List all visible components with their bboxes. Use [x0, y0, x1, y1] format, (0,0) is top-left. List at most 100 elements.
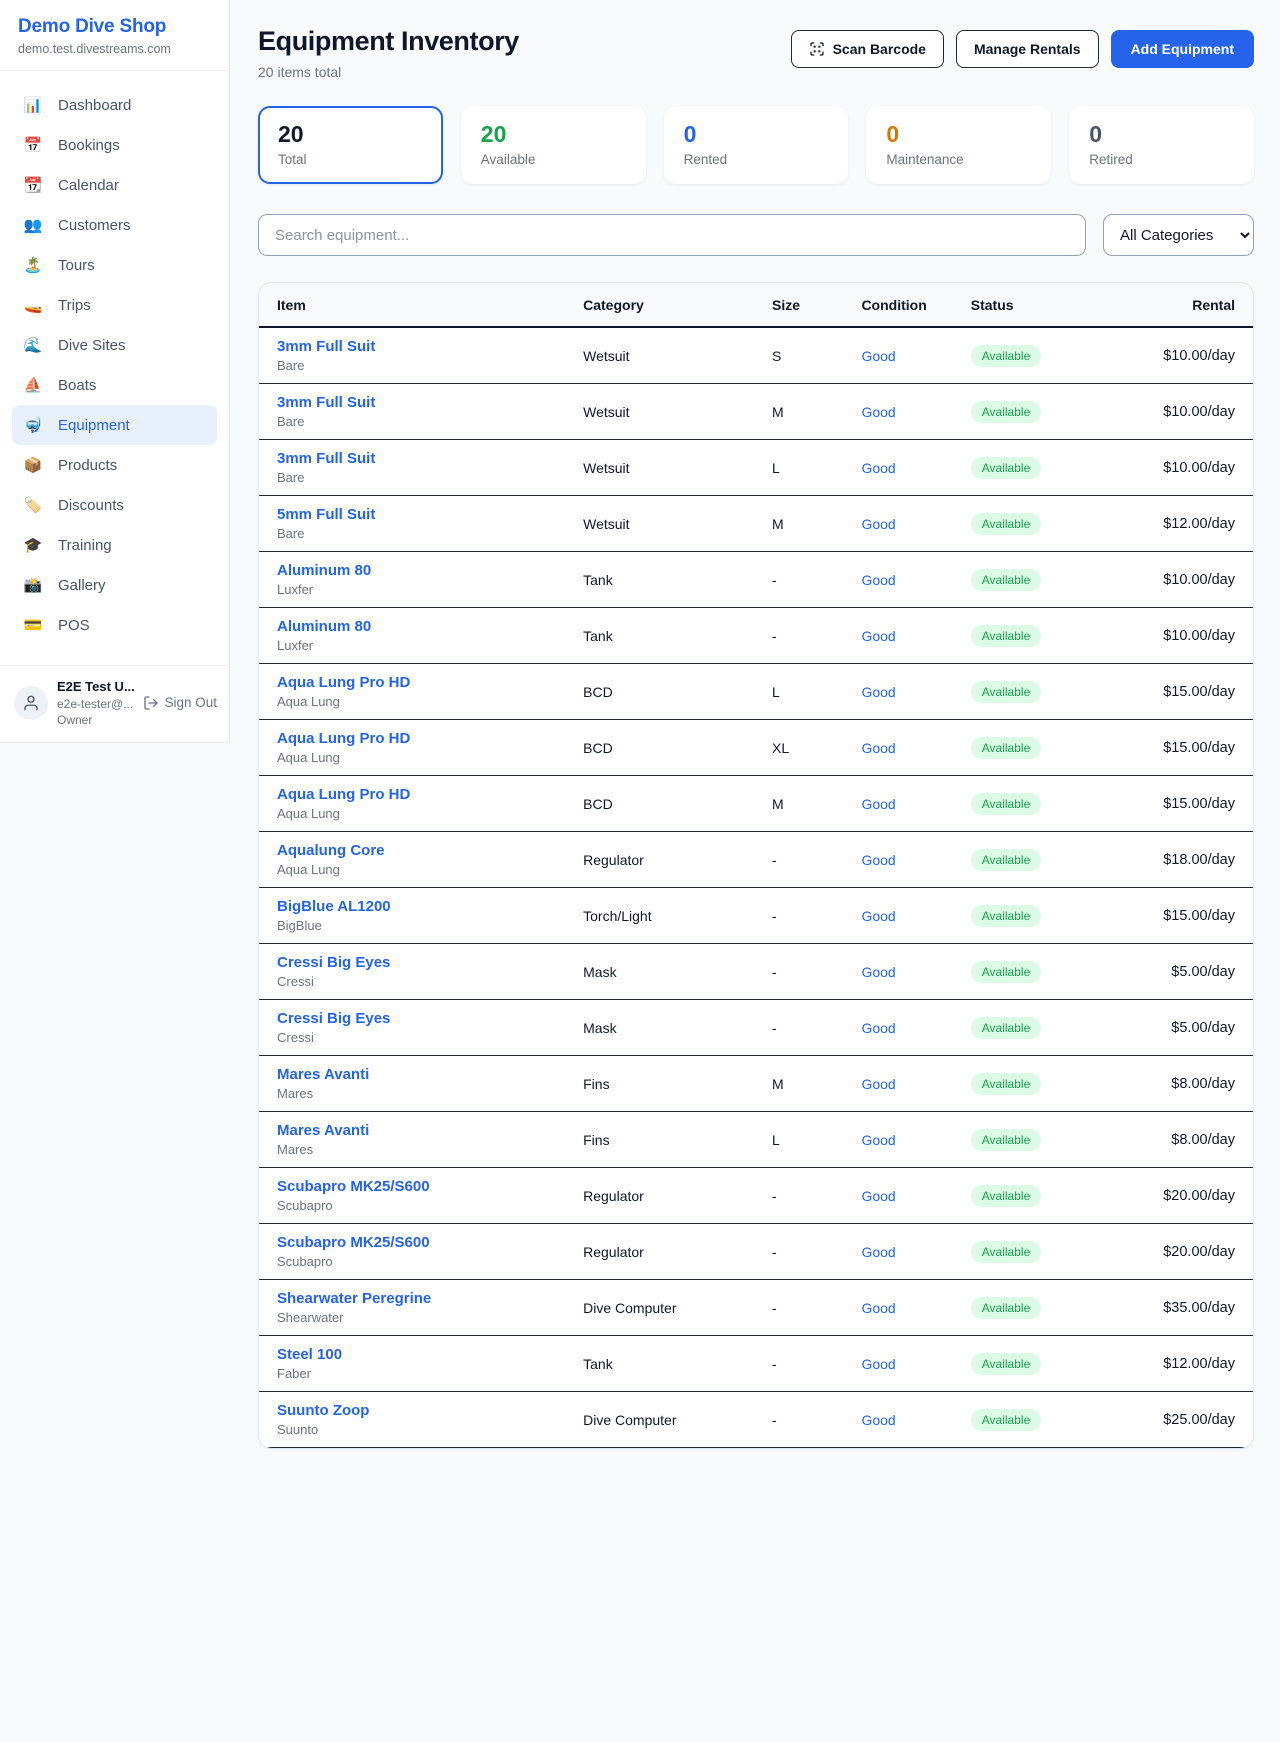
stat-card-total[interactable]: 20 Total: [258, 106, 443, 184]
condition-link[interactable]: Good: [861, 1244, 895, 1260]
stat-card-rented[interactable]: 0 Rented: [664, 106, 849, 184]
condition-link[interactable]: Good: [861, 1076, 895, 1092]
condition-link[interactable]: Good: [861, 1412, 895, 1428]
condition-link[interactable]: Good: [861, 348, 895, 364]
status-badge: Available: [971, 849, 1041, 871]
cell-size: -: [756, 944, 845, 1000]
condition-link[interactable]: Good: [861, 740, 895, 756]
cell-item: Aqua Lung Pro HD Aqua Lung: [259, 664, 567, 720]
sidebar-item-training[interactable]: 🎓 Training: [12, 525, 217, 565]
cell-condition: Good: [845, 720, 954, 776]
status-badge: Available: [971, 345, 1041, 367]
condition-link[interactable]: Good: [861, 1300, 895, 1316]
sidebar-nav: 📊 Dashboard 📅 Bookings 📆 Calendar 👥 Cust…: [0, 71, 229, 655]
cell-item: Shearwater Peregrine Shearwater: [259, 1280, 567, 1336]
stat-card-retired[interactable]: 0 Retired: [1069, 106, 1254, 184]
item-link[interactable]: Cressi Big Eyes: [277, 954, 390, 971]
item-link[interactable]: 3mm Full Suit: [277, 394, 375, 411]
condition-link[interactable]: Good: [861, 1356, 895, 1372]
sidebar-item-customers[interactable]: 👥 Customers: [12, 205, 217, 245]
status-badge: Available: [971, 1185, 1041, 1207]
stat-card-available[interactable]: 20 Available: [461, 106, 646, 184]
item-link[interactable]: Mares Avanti: [277, 1122, 369, 1139]
sidebar-item-dashboard[interactable]: 📊 Dashboard: [12, 85, 217, 125]
sidebar-item-gallery[interactable]: 📸 Gallery: [12, 565, 217, 605]
item-link[interactable]: Aqua Lung Pro HD: [277, 674, 410, 691]
condition-link[interactable]: Good: [861, 1020, 895, 1036]
column-header-item: Item: [259, 283, 567, 327]
condition-link[interactable]: Good: [861, 796, 895, 812]
item-link[interactable]: BigBlue AL1200: [277, 898, 391, 915]
cell-size: -: [756, 608, 845, 664]
condition-link[interactable]: Good: [861, 684, 895, 700]
cell-status: Available: [955, 832, 1094, 888]
condition-link[interactable]: Good: [861, 964, 895, 980]
cell-condition: Good: [845, 664, 954, 720]
sidebar-item-tours[interactable]: 🏝️ Tours: [12, 245, 217, 285]
stat-value: 0: [684, 121, 829, 148]
manage-rentals-button[interactable]: Manage Rentals: [956, 30, 1099, 68]
sidebar-item-label: Equipment: [58, 417, 130, 434]
cell-category: Dive Computer: [567, 1392, 756, 1448]
item-link[interactable]: Aqua Lung Pro HD: [277, 730, 410, 747]
item-link[interactable]: Aqua Lung Pro HD: [277, 786, 410, 803]
condition-link[interactable]: Good: [861, 460, 895, 476]
condition-link[interactable]: Good: [861, 404, 895, 420]
item-link[interactable]: Aluminum 80: [277, 618, 371, 635]
scan-barcode-label: Scan Barcode: [833, 41, 926, 57]
condition-link[interactable]: Good: [861, 1132, 895, 1148]
cell-size: -: [756, 1280, 845, 1336]
item-link[interactable]: Aluminum 80: [277, 562, 371, 579]
item-link[interactable]: Scubapro MK25/S600: [277, 1234, 430, 1251]
sign-out-button[interactable]: Sign Out: [143, 695, 217, 711]
cell-condition: Good: [845, 776, 954, 832]
scan-barcode-button[interactable]: Scan Barcode: [791, 30, 944, 68]
cell-size: -: [756, 1336, 845, 1392]
add-equipment-button[interactable]: Add Equipment: [1111, 30, 1254, 68]
item-link[interactable]: 3mm Full Suit: [277, 338, 375, 355]
sidebar-item-equipment[interactable]: 🤿 Equipment: [12, 405, 217, 445]
condition-link[interactable]: Good: [861, 852, 895, 868]
column-header-rental: Rental: [1094, 283, 1253, 327]
sidebar-item-boats[interactable]: ⛵ Boats: [12, 365, 217, 405]
column-header-size: Size: [756, 283, 845, 327]
condition-link[interactable]: Good: [861, 572, 895, 588]
cell-rental: $10.00/day: [1094, 552, 1253, 608]
condition-link[interactable]: Good: [861, 628, 895, 644]
condition-link[interactable]: Good: [861, 1188, 895, 1204]
item-link[interactable]: 5mm Full Suit: [277, 506, 375, 523]
sidebar-item-trips[interactable]: 🚤 Trips: [12, 285, 217, 325]
condition-link[interactable]: Good: [861, 908, 895, 924]
cell-item: 3mm Full Suit Bare: [259, 440, 567, 496]
item-link[interactable]: Suunto Zoop: [277, 1402, 369, 1419]
stat-card-maintenance[interactable]: 0 Maintenance: [866, 106, 1051, 184]
cell-status: Available: [955, 552, 1094, 608]
items-total-count: 20 items total: [258, 64, 519, 80]
cell-category: Regulator: [567, 1168, 756, 1224]
sidebar-item-bookings[interactable]: 📅 Bookings: [12, 125, 217, 165]
category-select[interactable]: All Categories: [1103, 214, 1254, 256]
search-input[interactable]: [258, 214, 1086, 256]
item-link[interactable]: 3mm Full Suit: [277, 450, 375, 467]
cell-status: Available: [955, 440, 1094, 496]
table-row: Aqualung Core Aqua Lung Regulator - Good…: [259, 832, 1253, 888]
cell-item: 3mm Full Suit Bare: [259, 327, 567, 384]
sidebar-item-pos[interactable]: 💳 POS: [12, 605, 217, 645]
item-link[interactable]: Cressi Big Eyes: [277, 1010, 390, 1027]
condition-link[interactable]: Good: [861, 516, 895, 532]
sidebar-item-calendar[interactable]: 📆 Calendar: [12, 165, 217, 205]
item-link[interactable]: Aqualung Core: [277, 842, 385, 859]
cell-status: Available: [955, 776, 1094, 832]
sidebar-item-label: Training: [58, 537, 112, 554]
calendar-icon: 📆: [22, 178, 44, 193]
status-badge: Available: [971, 961, 1041, 983]
item-link[interactable]: Scubapro MK25/S600: [277, 1178, 430, 1195]
table-row: Cressi Big Eyes Cressi Mask - Good Avail…: [259, 1000, 1253, 1056]
cell-item: Mares Avanti Mares: [259, 1112, 567, 1168]
item-link[interactable]: Shearwater Peregrine: [277, 1290, 431, 1307]
item-link[interactable]: Mares Avanti: [277, 1066, 369, 1083]
item-link[interactable]: Steel 100: [277, 1346, 342, 1363]
sidebar-item-products[interactable]: 📦 Products: [12, 445, 217, 485]
sidebar-item-discounts[interactable]: 🏷️ Discounts: [12, 485, 217, 525]
sidebar-item-dive-sites[interactable]: 🌊 Dive Sites: [12, 325, 217, 365]
